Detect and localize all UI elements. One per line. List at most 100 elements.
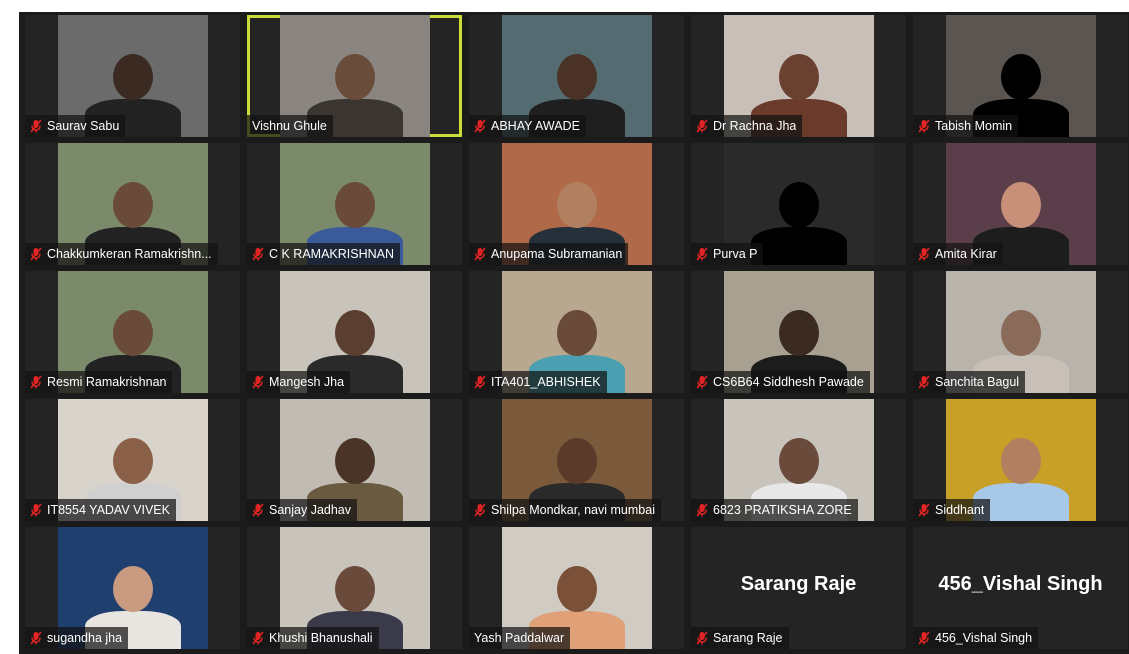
participant-tile[interactable]: Siddhant bbox=[913, 399, 1128, 521]
participant-name-bar: Mangesh Jha bbox=[247, 371, 351, 393]
participant-tile[interactable]: C K RAMAKRISHNAN bbox=[247, 143, 462, 265]
microphone-muted-icon bbox=[30, 247, 42, 261]
microphone-muted-icon bbox=[918, 631, 930, 645]
microphone-muted-icon bbox=[30, 631, 42, 645]
participant-tile[interactable]: Sanchita Bagul bbox=[913, 271, 1128, 393]
participant-name: Shilpa Mondkar, navi mumbai bbox=[491, 503, 655, 517]
participant-name-bar: 456_Vishal Singh bbox=[913, 627, 1039, 649]
participant-name: Khushi Bhanushali bbox=[269, 631, 373, 645]
microphone-muted-icon bbox=[252, 503, 264, 517]
participant-name: Mangesh Jha bbox=[269, 375, 345, 389]
microphone-muted-icon bbox=[252, 247, 264, 261]
participant-name-bar: Tabish Momin bbox=[913, 115, 1019, 137]
microphone-muted-icon bbox=[474, 375, 486, 389]
participant-tile[interactable]: sugandha jha bbox=[25, 527, 240, 649]
participant-tile[interactable]: Dr Rachna Jha bbox=[691, 15, 906, 137]
video-gallery-grid: Saurav Sabu Vishnu Ghule ABHAY AWADE Dr Rac… bbox=[19, 12, 1129, 654]
participant-name-bar: 6823 PRATIKSHA ZORE bbox=[691, 499, 858, 521]
participant-name-bar: Chakkumkeran Ramakrishn... bbox=[25, 243, 218, 265]
participant-display-name: 456_Vishal Singh bbox=[938, 573, 1103, 595]
participant-name-bar: IT8554 YADAV VIVEK bbox=[25, 499, 176, 521]
participant-name-bar: sugandha jha bbox=[25, 627, 129, 649]
participant-name-bar: Sarang Raje bbox=[691, 627, 789, 649]
participant-tile[interactable]: IT8554 YADAV VIVEK bbox=[25, 399, 240, 521]
participant-tile[interactable]: Mangesh Jha bbox=[247, 271, 462, 393]
participant-name-bar: CS6B64 Siddhesh Pawade bbox=[691, 371, 870, 393]
participant-tile[interactable]: ITA401_ABHISHEK bbox=[469, 271, 684, 393]
participant-name-bar: Dr Rachna Jha bbox=[691, 115, 803, 137]
participant-name-bar: Purva P bbox=[691, 243, 764, 265]
participant-name: Tabish Momin bbox=[935, 119, 1013, 133]
microphone-muted-icon bbox=[474, 503, 486, 517]
participant-name-bar: Resmi Ramakrishnan bbox=[25, 371, 173, 393]
participant-tile[interactable]: 6823 PRATIKSHA ZORE bbox=[691, 399, 906, 521]
participant-name-bar: Sanjay Jadhav bbox=[247, 499, 358, 521]
microphone-muted-icon bbox=[918, 247, 930, 261]
participant-name-bar: Khushi Bhanushali bbox=[247, 627, 379, 649]
microphone-muted-icon bbox=[252, 375, 264, 389]
microphone-muted-icon bbox=[696, 503, 708, 517]
microphone-muted-icon bbox=[30, 119, 42, 133]
microphone-muted-icon bbox=[696, 631, 708, 645]
participant-name: Sanchita Bagul bbox=[935, 375, 1020, 389]
participant-name: Saurav Sabu bbox=[47, 119, 120, 133]
participant-name: Yash Paddalwar bbox=[474, 631, 565, 645]
participant-name: CS6B64 Siddhesh Pawade bbox=[713, 375, 864, 389]
participant-name: Amita Kirar bbox=[935, 247, 997, 261]
microphone-muted-icon bbox=[474, 247, 486, 261]
participant-tile[interactable]: Anupama Subramanian bbox=[469, 143, 684, 265]
participant-tile[interactable]: Purva P bbox=[691, 143, 906, 265]
participant-name-bar: Anupama Subramanian bbox=[469, 243, 629, 265]
microphone-muted-icon bbox=[918, 375, 930, 389]
microphone-muted-icon bbox=[918, 503, 930, 517]
microphone-muted-icon bbox=[252, 631, 264, 645]
participant-tile[interactable]: Chakkumkeran Ramakrishn... bbox=[25, 143, 240, 265]
participant-tile[interactable]: Amita Kirar bbox=[913, 143, 1128, 265]
participant-tile[interactable]: CS6B64 Siddhesh Pawade bbox=[691, 271, 906, 393]
microphone-muted-icon bbox=[918, 119, 930, 133]
microphone-muted-icon bbox=[30, 503, 42, 517]
participant-name-bar: Vishnu Ghule bbox=[247, 115, 333, 137]
participant-name-bar: Yash Paddalwar bbox=[469, 627, 571, 649]
participant-tile[interactable]: ABHAY AWADE bbox=[469, 15, 684, 137]
participant-name: Chakkumkeran Ramakrishn... bbox=[47, 247, 212, 261]
microphone-muted-icon bbox=[696, 375, 708, 389]
participant-tile[interactable]: Shilpa Mondkar, navi mumbai bbox=[469, 399, 684, 521]
participant-name-bar: Amita Kirar bbox=[913, 243, 1003, 265]
participant-name: ABHAY AWADE bbox=[491, 119, 580, 133]
participant-name-bar: Saurav Sabu bbox=[25, 115, 126, 137]
participant-name: 6823 PRATIKSHA ZORE bbox=[713, 503, 852, 517]
participant-name: ITA401_ABHISHEK bbox=[491, 375, 601, 389]
microphone-muted-icon bbox=[696, 119, 708, 133]
participant-name: 456_Vishal Singh bbox=[935, 631, 1033, 645]
participant-name: Sarang Raje bbox=[713, 631, 783, 645]
participant-tile[interactable]: Tabish Momin bbox=[913, 15, 1128, 137]
participant-name-bar: Siddhant bbox=[913, 499, 991, 521]
participant-name-bar: ITA401_ABHISHEK bbox=[469, 371, 607, 393]
participant-name: Vishnu Ghule bbox=[252, 119, 327, 133]
participant-tile[interactable]: Sarang Raje Sarang Raje bbox=[691, 527, 906, 649]
participant-tile[interactable]: Sanjay Jadhav bbox=[247, 399, 462, 521]
participant-tile[interactable]: Khushi Bhanushali bbox=[247, 527, 462, 649]
participant-name: Resmi Ramakrishnan bbox=[47, 375, 167, 389]
participant-name: Anupama Subramanian bbox=[491, 247, 623, 261]
participant-tile[interactable]: Vishnu Ghule bbox=[247, 15, 462, 137]
participant-name: Siddhant bbox=[935, 503, 985, 517]
participant-name-bar: C K RAMAKRISHNAN bbox=[247, 243, 401, 265]
participant-name-bar: Shilpa Mondkar, navi mumbai bbox=[469, 499, 661, 521]
participant-name: IT8554 YADAV VIVEK bbox=[47, 503, 170, 517]
participant-tile[interactable]: Saurav Sabu bbox=[25, 15, 240, 137]
participant-name: C K RAMAKRISHNAN bbox=[269, 247, 395, 261]
participant-name-bar: Sanchita Bagul bbox=[913, 371, 1026, 393]
participant-name-bar: ABHAY AWADE bbox=[469, 115, 586, 137]
participant-tile[interactable]: 456_Vishal Singh 456_Vishal Singh bbox=[913, 527, 1128, 649]
participant-name: Dr Rachna Jha bbox=[713, 119, 797, 133]
participant-name: Purva P bbox=[713, 247, 758, 261]
participant-tile[interactable]: Yash Paddalwar bbox=[469, 527, 684, 649]
microphone-muted-icon bbox=[474, 119, 486, 133]
participant-name: sugandha jha bbox=[47, 631, 123, 645]
microphone-muted-icon bbox=[30, 375, 42, 389]
microphone-muted-icon bbox=[696, 247, 708, 261]
participant-display-name: Sarang Raje bbox=[740, 573, 857, 595]
participant-tile[interactable]: Resmi Ramakrishnan bbox=[25, 271, 240, 393]
